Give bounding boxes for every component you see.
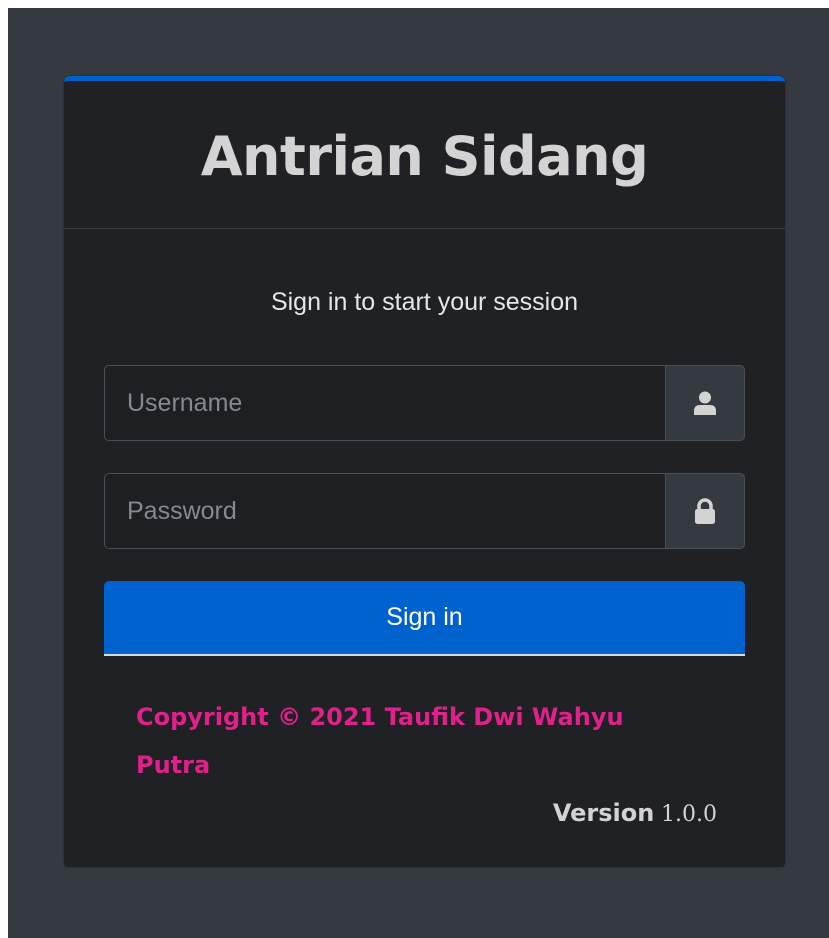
sign-in-button[interactable]: Sign in xyxy=(104,581,745,656)
user-icon xyxy=(694,391,716,415)
username-input-group xyxy=(104,365,745,441)
login-box-message: Sign in to start your session xyxy=(270,288,579,316)
version-info: Version 1.0.0 xyxy=(553,799,717,828)
app-title[interactable]: Antrian Sidang xyxy=(201,125,649,188)
version-label: Version xyxy=(552,799,655,827)
copyright-text: Copyright © 2021 Taufik Dwi Wahyu Putra xyxy=(136,703,624,779)
username-input[interactable] xyxy=(104,365,665,441)
password-input[interactable] xyxy=(104,473,665,549)
login-card: Antrian Sidang Sign in to start your ses… xyxy=(64,76,785,867)
version-number: 1.0.0 xyxy=(661,802,717,827)
card-header: Antrian Sidang xyxy=(64,81,785,229)
username-addon xyxy=(665,365,745,441)
password-input-group xyxy=(104,473,745,549)
password-addon xyxy=(665,473,745,549)
lock-icon xyxy=(695,498,715,524)
page-background: Antrian Sidang Sign in to start your ses… xyxy=(8,8,829,938)
